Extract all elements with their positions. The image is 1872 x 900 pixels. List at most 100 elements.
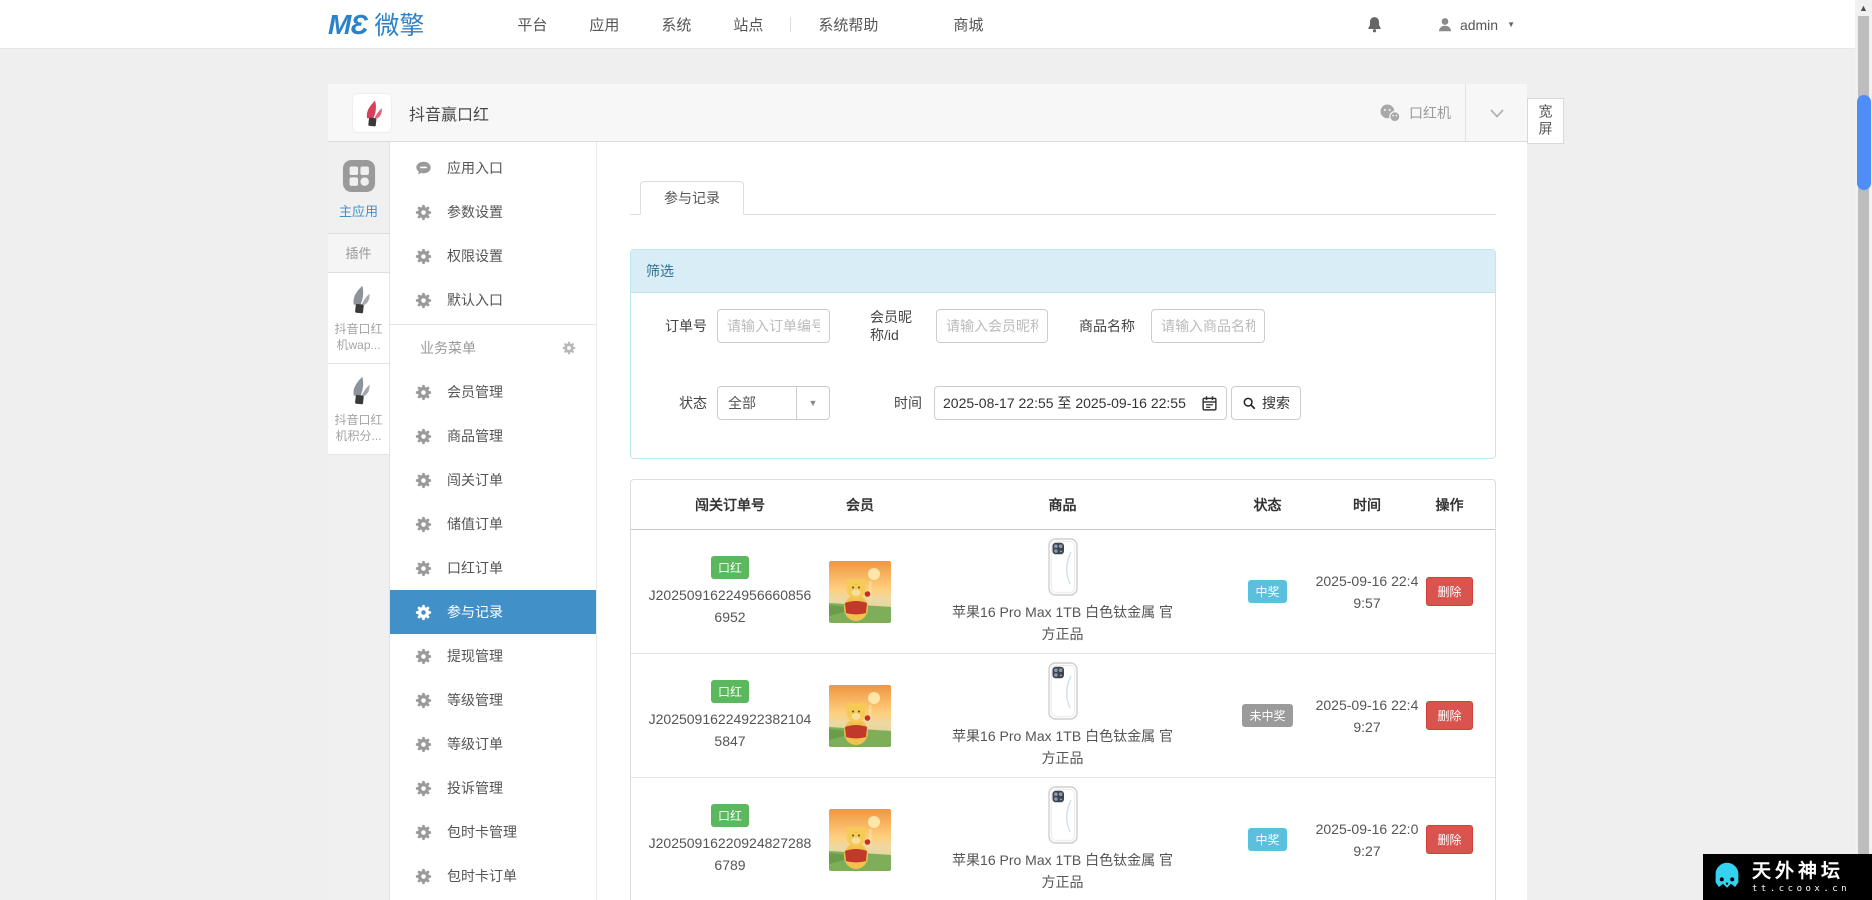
menu-item-icon [415,780,432,797]
action-cell: 删除 [1419,577,1480,606]
widescreen-toggle[interactable]: 宽屏 [1527,98,1564,144]
vertical-scrollbar[interactable]: ▲ [1855,0,1872,900]
status-select[interactable]: 全部 ▼ [717,386,830,420]
menu-item[interactable]: 参与记录 [390,590,596,634]
delete-button[interactable]: 删除 [1426,825,1472,854]
date-range-input[interactable]: 2025-08-17 22:55 至 2025-09-16 22:55 [934,386,1227,420]
rail-item-plugin[interactable]: 抖音口红机积分... [328,364,389,455]
tab-participation-records[interactable]: 参与记录 [640,181,744,215]
lipstick-type-badge: 口红 [711,680,749,703]
octopus-logo-icon [1708,858,1746,896]
time-cell: 2025-09-16 22:49:27 [1315,694,1419,738]
nav-item[interactable]: 系统 [647,14,705,35]
watermark-url: tt.ccoox.cn [1752,884,1850,894]
column-header-time: 时间 [1315,495,1419,515]
section-gear-icon[interactable] [562,341,576,355]
logo-name: 微擎 [374,6,424,42]
search-button[interactable]: 搜索 [1231,386,1301,420]
menu-item[interactable]: 默认入口 [390,278,596,322]
collapse-header-button[interactable] [1465,84,1527,141]
status-badge: 未中奖 [1242,704,1292,727]
column-header-action: 操作 [1419,495,1480,515]
menu-item-label: 包时卡管理 [447,822,517,842]
menu-item-icon [415,824,432,841]
menu-item[interactable]: 商品管理 [390,414,596,458]
nav-item[interactable]: 系统帮助 [804,14,892,35]
menu-item[interactable]: 等级订单 [390,722,596,766]
main-content: 参与记录 筛选 订单号 会员昵称/id 商品名称 状态 [597,142,1527,900]
logo-mark: MƐ [328,9,367,41]
status-badge: 中奖 [1248,828,1286,851]
delete-button[interactable]: 删除 [1426,701,1472,730]
filter-panel-title: 筛选 [631,250,1495,293]
username: admin [1460,17,1498,33]
member-nickname-input[interactable] [936,309,1048,343]
search-icon [1242,396,1257,411]
action-cell: 删除 [1419,825,1480,854]
menu-item[interactable]: 口红订单 [390,546,596,590]
menu-item-icon [415,160,432,177]
menu-section-title: 业务菜单 [420,338,476,358]
status-badge: 中奖 [1248,580,1286,603]
product-name-input[interactable] [1151,309,1265,343]
order-number-input[interactable] [717,309,830,343]
record-time: 2025-09-16 22:49:27 [1315,694,1419,738]
chevron-down-icon [1485,101,1509,125]
product-name-label: 商品名称 [1079,316,1135,336]
member-avatar [829,685,891,747]
user-menu[interactable]: admin ▼ [1436,16,1515,34]
nav-item[interactable]: 应用 [575,14,633,35]
header-right: 口红机 [1379,84,1527,141]
menu-item-icon [415,204,432,221]
product-cell: 苹果16 Pro Max 1TB 白色钛金属 官方正品 [905,662,1220,769]
menu-item-icon [415,472,432,489]
app-panel: 抖音赢口红 口红机 主应用 插件 抖音口红机 [328,84,1527,900]
menu-item[interactable]: 闯关订单 [390,458,596,502]
channel-switcher[interactable]: 口红机 [1379,103,1451,123]
menu-section-header: 业务菜单 [390,324,596,370]
column-header-product: 商品 [905,495,1220,515]
menu-item[interactable]: 参数设置 [390,190,596,234]
grid-icon [342,159,376,193]
member-cell [815,561,905,623]
menu-item-icon [415,648,432,665]
action-cell: 删除 [1419,701,1480,730]
nav-item[interactable]: 平台 [503,14,561,35]
watermark: 天外神坛 tt.ccoox.cn [1703,854,1872,900]
menu-item[interactable]: 包时卡订单 [390,854,596,898]
rail-item-main-app[interactable]: 主应用 [328,142,389,233]
menu-item-label: 商品管理 [447,426,503,446]
tab-strip: 参与记录 [630,181,1496,215]
order-number: J202509162209248272886789 [646,832,814,876]
nav-item[interactable]: 商城 [939,14,997,35]
menu-item[interactable]: 应用入口 [390,146,596,190]
rail-plugin-label: 抖音口红机wap... [330,321,387,353]
menu-item[interactable]: 包时卡管理 [390,810,596,854]
rail-item-plugin[interactable]: 抖音口红机wap... [328,273,389,364]
order-number: J202509162249566608566952 [646,584,814,628]
time-label: 时间 [894,393,922,413]
date-range-value: 2025-08-17 22:55 至 2025-09-16 22:55 [943,393,1201,413]
delete-button[interactable]: 删除 [1426,577,1472,606]
nav-item[interactable]: 站点 [719,14,777,35]
menu-item[interactable]: 权限设置 [390,234,596,278]
scrollbar-thumb[interactable] [1857,95,1871,190]
module-rail: 主应用 插件 抖音口红机wap... 抖音口红机积分... [328,142,390,900]
member-nickname-label: 会员昵称/id [870,308,924,344]
column-header-member: 会员 [815,495,905,515]
table-row: 口红 J202509162209248272886789 苹果16 Pro Ma… [631,778,1495,900]
record-time: 2025-09-16 22:09:27 [1315,818,1419,862]
menu-item[interactable]: 储值订单 [390,502,596,546]
status-label: 状态 [679,393,707,413]
menu-item[interactable]: 会员管理 [390,370,596,414]
notification-bell-icon[interactable] [1365,15,1384,34]
wechat-icon [1379,103,1401,123]
menu-item[interactable]: 提现管理 [390,634,596,678]
menu-item-icon [415,604,432,621]
menu-item-label: 应用入口 [447,158,503,178]
weengine-logo[interactable]: MƐ 微擎 [328,6,424,42]
scroll-up-arrow-icon[interactable]: ▲ [1855,0,1872,16]
menu-item[interactable]: 等级管理 [390,678,596,722]
caret-down-icon: ▼ [796,387,829,419]
menu-item[interactable]: 投诉管理 [390,766,596,810]
